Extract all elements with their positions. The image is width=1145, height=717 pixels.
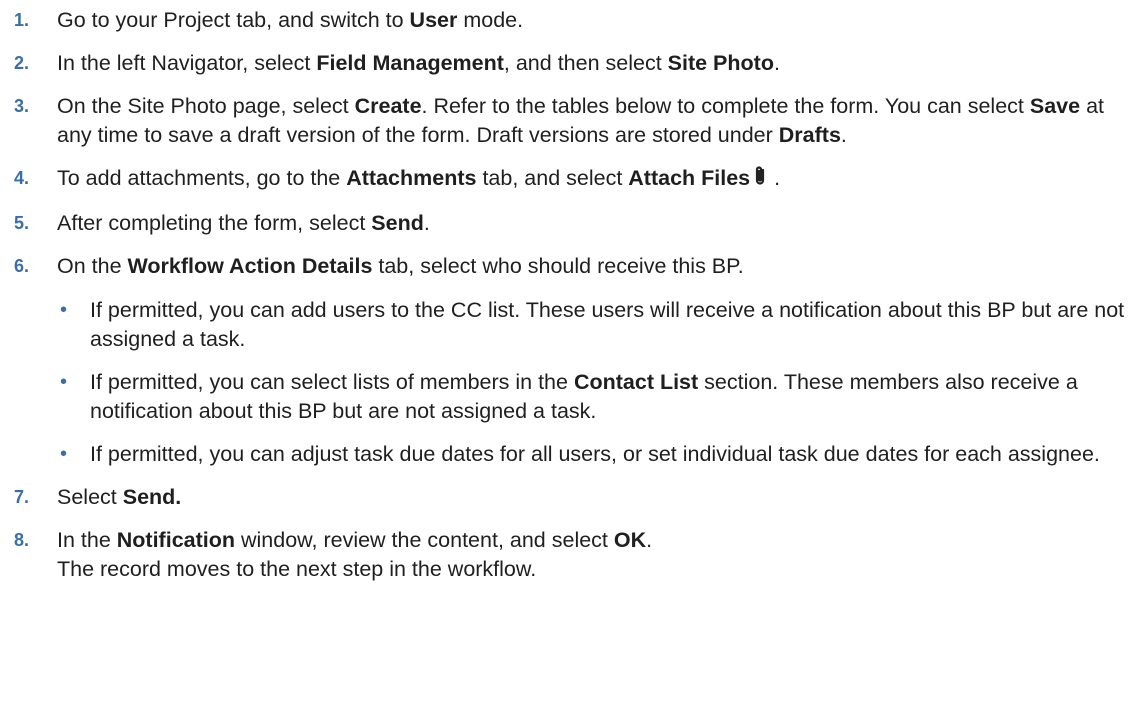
step-result-text: The record moves to the next step in the… bbox=[57, 557, 537, 581]
ui-term-field-management: Field Management bbox=[316, 51, 504, 75]
ui-term-attachments: Attachments bbox=[346, 166, 477, 190]
step-2: 2. In the left Navigator, select Field M… bbox=[0, 49, 1145, 78]
step-number: 7. bbox=[14, 487, 30, 507]
step-text: . Refer to the tables below to complete … bbox=[421, 94, 1030, 118]
step-text: tab, and select bbox=[476, 166, 629, 190]
step-number: 4. bbox=[14, 168, 30, 188]
step-1: 1. Go to your Project tab, and switch to… bbox=[0, 6, 1145, 35]
step-text: To add attachments, go to the bbox=[57, 166, 347, 190]
step-text: . bbox=[773, 51, 780, 75]
document-body: 1. Go to your Project tab, and switch to… bbox=[0, 0, 1145, 584]
bullet-dot: • bbox=[60, 443, 68, 465]
bullet-item: • If permitted, you can adjust task due … bbox=[57, 440, 1135, 469]
ui-term-save: Save bbox=[1029, 94, 1081, 118]
step-number: 2. bbox=[14, 53, 30, 73]
step-4: 4. To add attachments, go to the Attachm… bbox=[0, 164, 1145, 195]
bullet-item: • If permitted, you can select lists of … bbox=[57, 368, 1135, 426]
step-text: Go to your Project tab, and switch to bbox=[57, 8, 410, 32]
ui-term-user: User bbox=[409, 8, 458, 32]
step-number: 1. bbox=[14, 10, 30, 30]
step-5: 5. After completing the form, select Sen… bbox=[0, 209, 1145, 238]
ui-term-contact-list: Contact List bbox=[573, 370, 699, 394]
step-number: 6. bbox=[14, 256, 30, 276]
step-text: On the Site Photo page, select bbox=[57, 94, 355, 118]
ui-term-notification: Notification bbox=[116, 528, 236, 552]
step-text: Select bbox=[57, 485, 123, 509]
step-6-bullets: • If permitted, you can add users to the… bbox=[57, 296, 1135, 469]
step-text: . bbox=[768, 166, 781, 190]
step-number: 5. bbox=[14, 213, 30, 233]
steps-list: 1. Go to your Project tab, and switch to… bbox=[0, 6, 1145, 584]
step-text: . bbox=[646, 528, 653, 552]
bullet-dot: • bbox=[60, 299, 68, 321]
bullet-text: If permitted, you can add users to the C… bbox=[90, 298, 1125, 351]
bullet-item: • If permitted, you can add users to the… bbox=[57, 296, 1135, 354]
step-text: tab, select who should receive this BP. bbox=[372, 254, 744, 278]
bullet-text: If permitted, you can select lists of me… bbox=[90, 370, 574, 394]
ui-term-send: Send. bbox=[122, 485, 182, 509]
ui-term-site-photo: Site Photo bbox=[667, 51, 774, 75]
step-number: 3. bbox=[14, 96, 30, 116]
step-text: window, review the content, and select bbox=[235, 528, 614, 552]
step-7: 7. Select Send. bbox=[0, 483, 1145, 512]
bullet-text: If permitted, you can adjust task due da… bbox=[90, 442, 1100, 466]
step-text: . bbox=[423, 211, 430, 235]
ui-term-send: Send bbox=[371, 211, 424, 235]
step-text: . bbox=[840, 123, 847, 147]
step-text: In the left Navigator, select bbox=[57, 51, 317, 75]
ui-term-create: Create bbox=[354, 94, 422, 118]
ui-term-drafts: Drafts bbox=[778, 123, 841, 147]
step-3: 3. On the Site Photo page, select Create… bbox=[0, 92, 1145, 150]
step-number: 8. bbox=[14, 530, 30, 550]
step-text: mode. bbox=[457, 8, 524, 32]
step-8: 8. In the Notification window, review th… bbox=[0, 526, 1145, 584]
step-text: In the bbox=[57, 528, 117, 552]
ui-term-workflow-action-details: Workflow Action Details bbox=[127, 254, 373, 278]
paperclip-icon bbox=[752, 165, 768, 195]
step-text: , and then select bbox=[503, 51, 668, 75]
ui-term-ok: OK bbox=[613, 528, 647, 552]
step-text: After completing the form, select bbox=[57, 211, 372, 235]
step-6: 6. On the Workflow Action Details tab, s… bbox=[0, 252, 1145, 469]
step-text: On the bbox=[57, 254, 128, 278]
ui-term-attach-files: Attach Files bbox=[628, 166, 751, 190]
bullet-dot: • bbox=[60, 371, 68, 393]
